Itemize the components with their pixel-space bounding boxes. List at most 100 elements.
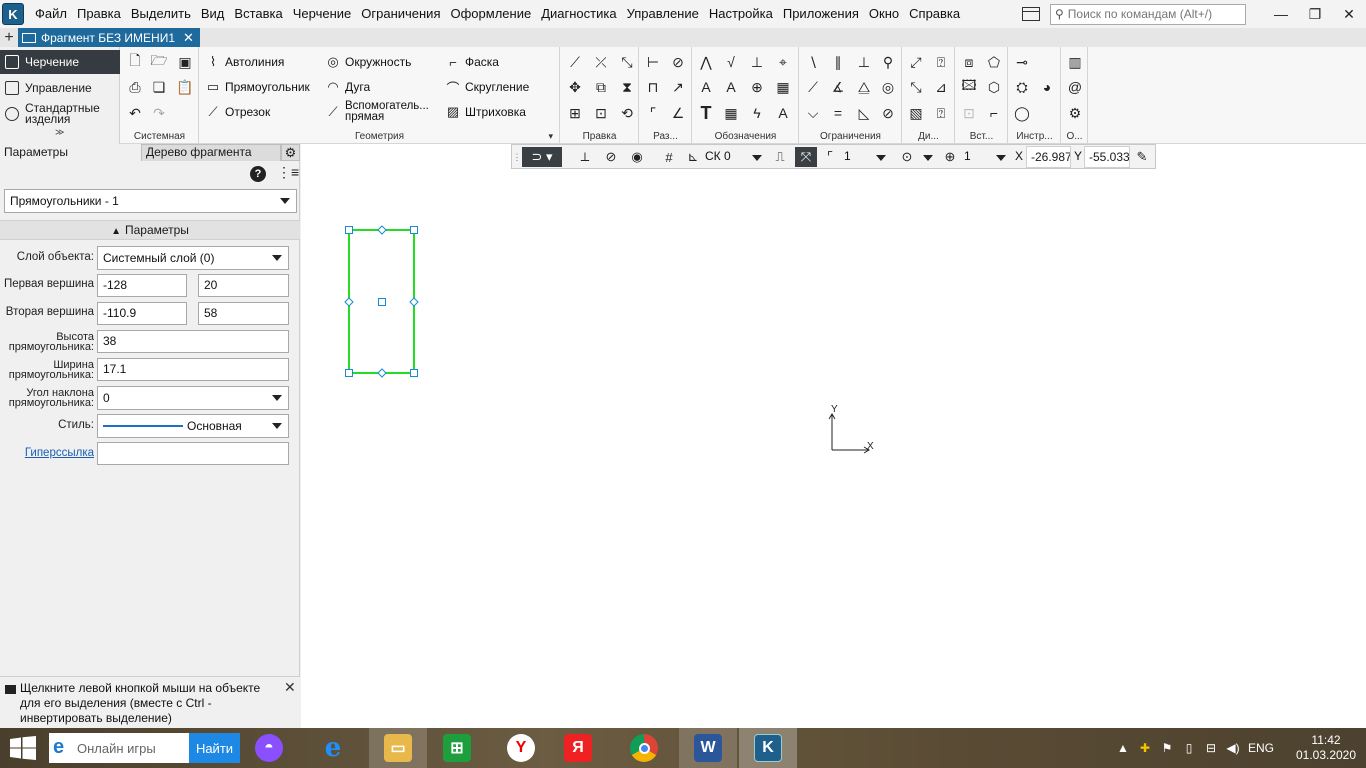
edge-handle[interactable] xyxy=(409,297,419,307)
insert-object-icon[interactable]: ⬡ xyxy=(984,77,1004,97)
corner-handle[interactable] xyxy=(345,369,353,377)
edge-handle[interactable] xyxy=(344,297,354,307)
zoom-icon[interactable]: ⊕ xyxy=(940,147,960,167)
menu-help[interactable]: Справка xyxy=(904,0,965,28)
roughness-icon[interactable]: √ xyxy=(721,52,741,72)
fix-constraint-icon[interactable]: ⊘ xyxy=(878,103,898,123)
angular-dim-icon[interactable]: ∠ xyxy=(668,103,688,123)
aux-line-button[interactable]: ⟋ Вспомогатель... прямая xyxy=(325,100,428,123)
extend-icon[interactable]: ⤡ xyxy=(617,52,637,72)
first-vertex-y-input[interactable]: 20 xyxy=(198,274,289,297)
radial-dim-icon[interactable]: ↗ xyxy=(668,77,688,97)
collinear-constraint-icon[interactable]: ⟋ xyxy=(803,77,823,97)
rotate-icon[interactable]: ⟲ xyxy=(617,103,637,123)
snap-magnet-button[interactable]: ⊃ ▾ xyxy=(522,147,562,167)
view-mark-icon[interactable]: ⊕ xyxy=(747,77,767,97)
angle-constraint-icon[interactable]: ∡ xyxy=(828,77,848,97)
y-coord-field[interactable]: -55.033 xyxy=(1084,146,1130,168)
panel-toggle-icon[interactable] xyxy=(1022,7,1040,21)
corner-handle[interactable] xyxy=(410,369,418,377)
maximize-button[interactable]: ❐ xyxy=(1298,6,1332,23)
undo-icon[interactable]: ↶ xyxy=(125,103,145,123)
position-icon[interactable]: ⌖ xyxy=(773,52,793,72)
tool-line-icon[interactable]: ⊸ xyxy=(1012,52,1032,72)
mode-standard-parts[interactable]: Стандартные изделия xyxy=(0,101,120,127)
modes-more-icon[interactable]: ≫ xyxy=(55,127,64,138)
other-fragment-icon[interactable]: ▥ xyxy=(1065,52,1085,72)
menu-drawing[interactable]: Черчение xyxy=(288,0,357,28)
new-document-icon[interactable]: 🗋 xyxy=(125,52,145,72)
height-input[interactable]: 38 xyxy=(97,330,289,353)
zoom-window-icon[interactable]: ⊙ xyxy=(897,147,917,167)
close-button[interactable]: ✕ xyxy=(1332,6,1366,23)
open-folder-icon[interactable]: 🗁 xyxy=(149,52,169,72)
tray-volume-icon[interactable]: ◀) xyxy=(1222,741,1244,755)
taskbar-alice[interactable]: ◓ xyxy=(241,728,297,768)
tray-network-icon[interactable]: ⊟ xyxy=(1200,741,1222,755)
coordinate-system-value[interactable]: СК 0 xyxy=(705,149,731,163)
menu-select[interactable]: Выделить xyxy=(126,0,196,28)
tool-macro-icon[interactable]: ⛭ xyxy=(1012,77,1032,97)
taskbar-search-input[interactable]: e Онлайн игры xyxy=(49,733,189,763)
step-value[interactable]: 1 xyxy=(844,149,851,163)
document-tab[interactable]: Фрагмент БЕЗ ИМЕНИ1 ✕ xyxy=(18,28,200,47)
windows-start-icon[interactable] xyxy=(10,736,36,760)
other-spiral-icon[interactable]: @ xyxy=(1065,77,1085,97)
check-icon[interactable]: ⍰ xyxy=(931,52,951,72)
coordinate-system-icon[interactable]: ⊾ xyxy=(684,147,702,167)
hyperlink-input[interactable] xyxy=(97,442,289,465)
cut-line-icon[interactable]: ϟ xyxy=(747,103,767,123)
concentric-constraint-icon[interactable]: ◎ xyxy=(878,77,898,97)
text-mark-icon[interactable]: A xyxy=(721,77,741,97)
tray-clock[interactable]: 11:42 01.03.2020 xyxy=(1286,733,1366,763)
chevron-down-icon[interactable] xyxy=(923,155,933,161)
menu-constraints[interactable]: Ограничения xyxy=(356,0,445,28)
menu-insert[interactable]: Вставка xyxy=(229,0,287,28)
arrow-view-icon[interactable]: A xyxy=(773,103,793,123)
print-icon[interactable]: ⎙ xyxy=(125,77,145,97)
zoom-value[interactable]: 1 xyxy=(964,149,971,163)
fix-angle-constraint-icon[interactable]: ◺ xyxy=(854,103,874,123)
tool-contour-icon[interactable]: ◯ xyxy=(1012,103,1032,123)
add-tab-button[interactable]: + xyxy=(0,29,18,47)
layer-select[interactable]: Системный слой (0) xyxy=(97,246,289,270)
menu-edit[interactable]: Правка xyxy=(72,0,126,28)
minimize-button[interactable]: — xyxy=(1264,6,1298,22)
insert-view-icon[interactable]: ⬠ xyxy=(984,52,1004,72)
base-icon[interactable]: ⊥ xyxy=(747,52,767,72)
taskbar-word[interactable]: W xyxy=(679,728,737,768)
gear-icon[interactable]: ⚙ xyxy=(281,144,300,161)
tray-app-icon[interactable]: ✚ xyxy=(1134,741,1156,755)
center-handle[interactable] xyxy=(378,298,386,306)
chevron-down-icon[interactable] xyxy=(876,155,886,161)
deform-icon[interactable]: ⊡ xyxy=(591,103,611,123)
menu-diagnostics[interactable]: Диагностика xyxy=(536,0,621,28)
tray-expand-icon[interactable]: ▲ xyxy=(1112,741,1134,755)
command-search-input[interactable]: ⚲ Поиск по командам (Alt+/) xyxy=(1050,3,1246,25)
corner-handle[interactable] xyxy=(345,226,353,234)
angle-select[interactable]: 0 xyxy=(97,386,289,410)
distance-icon[interactable]: ⤢ xyxy=(906,52,926,72)
menu-settings[interactable]: Настройка xyxy=(704,0,778,28)
x-coord-field[interactable]: -26.987 xyxy=(1026,146,1071,168)
object-select[interactable]: Прямоугольники - 1 xyxy=(4,189,297,213)
tool-fill-icon[interactable]: ◕ xyxy=(1037,77,1057,97)
second-vertex-x-input[interactable]: -110.9 xyxy=(97,302,187,325)
taskbar-ie[interactable]: e xyxy=(305,728,361,768)
tray-language[interactable]: ENG xyxy=(1244,741,1278,755)
first-vertex-x-input[interactable]: -128 xyxy=(97,274,187,297)
snap-lines-icon[interactable]: ⟂ xyxy=(574,147,596,167)
taskbar-explorer[interactable]: ▭ xyxy=(369,728,427,768)
taskbar-yandex-browser[interactable]: Y xyxy=(493,728,549,768)
parallel-constraint-icon[interactable]: ∥ xyxy=(828,52,848,72)
angle-dim-icon[interactable]: ⌜ xyxy=(643,103,663,123)
chamfer-button[interactable]: ⌐ Фаска xyxy=(445,51,499,73)
copy-icon[interactable]: ❏ xyxy=(149,77,169,97)
text-icon[interactable]: T xyxy=(696,103,716,123)
symmetry-constraint-icon[interactable]: ⧋ xyxy=(854,77,874,97)
chevron-down-icon[interactable] xyxy=(996,155,1006,161)
show-icon[interactable]: ◉ xyxy=(626,147,648,167)
pipette-icon[interactable]: ✎ xyxy=(1132,147,1152,167)
vertical-constraint-icon[interactable]: ⌵ xyxy=(803,103,823,123)
equal-constraint-icon[interactable]: = xyxy=(828,103,848,123)
